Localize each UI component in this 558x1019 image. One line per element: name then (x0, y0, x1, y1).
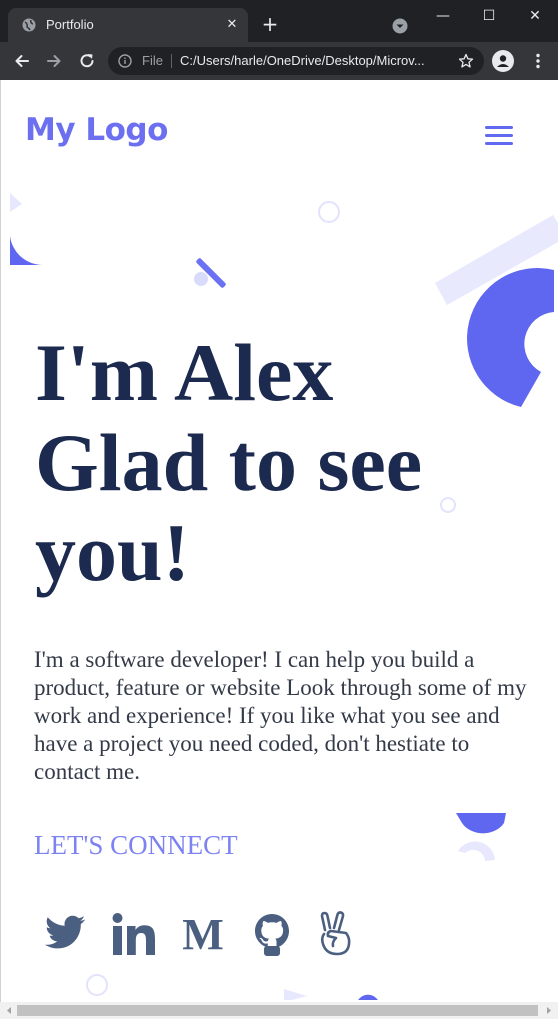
angellist-icon[interactable] (317, 910, 355, 958)
deco-ring (318, 201, 340, 223)
omnibox-divider (171, 54, 172, 68)
address-bar[interactable]: File C:/Users/harle/OneDrive/Desktop/Mic… (108, 47, 484, 75)
deco-bottom-half-circle (358, 994, 378, 1000)
hero-line: I'm Alex (35, 327, 334, 418)
github-icon[interactable] (251, 910, 293, 958)
browser-toolbar: File C:/Users/harle/OneDrive/Desktop/Mic… (0, 42, 558, 80)
deco-arc-light (458, 841, 495, 861)
tab-title: Portfolio (46, 17, 94, 32)
deco-quarter-circle (10, 236, 43, 266)
scheme-label: File (142, 53, 163, 68)
deco-dot (194, 272, 208, 286)
hamburger-menu-icon[interactable] (485, 126, 515, 148)
url-text[interactable]: C:/Users/harle/OneDrive/Desktop/Microv..… (180, 53, 448, 68)
reload-icon[interactable] (77, 51, 97, 71)
close-icon[interactable]: ✕ (224, 17, 240, 33)
deco-bottom-ring (86, 974, 108, 996)
maximize-icon[interactable]: ☐ (476, 6, 502, 26)
globe-icon (22, 18, 36, 32)
more-icon[interactable] (528, 51, 548, 71)
medium-glyph: M (182, 910, 224, 958)
horizontal-scrollbar[interactable] (0, 1002, 558, 1019)
deco-bowl (456, 813, 506, 834)
browser-tab[interactable]: Portfolio ✕ (8, 8, 248, 42)
star-icon[interactable] (458, 53, 474, 69)
minimize-icon[interactable]: — (430, 6, 456, 26)
page-viewport: My Logo I'm Alex Glad to see you! I'm a … (0, 80, 558, 1002)
forward-icon[interactable] (44, 51, 64, 71)
chevron-down-icon[interactable] (392, 18, 408, 34)
deco-triangle (10, 193, 22, 212)
hero-line: you! (35, 507, 190, 598)
hero-line: Glad to see (35, 417, 423, 508)
scroll-left-icon[interactable] (2, 1004, 16, 1017)
linkedin-icon[interactable] (110, 910, 156, 958)
medium-icon[interactable]: M (179, 910, 227, 958)
deco-bottom-triangle (284, 989, 307, 1000)
plus-icon[interactable]: + (260, 14, 280, 34)
close-window-icon[interactable]: ✕ (522, 6, 548, 26)
hero-heading: I'm Alex Glad to see you! (35, 328, 495, 598)
back-icon[interactable] (12, 51, 32, 71)
browser-chrome: Portfolio ✕ + — ☐ ✕ File C:/Users/harle/… (0, 0, 558, 80)
lets-connect-heading: LET'S CONNECT (34, 830, 238, 860)
person-icon (497, 55, 509, 67)
site-logo[interactable]: My Logo (25, 112, 168, 148)
intro-paragraph: I'm a software developer! I can help you… (34, 647, 527, 784)
scrollbar-thumb[interactable] (17, 1005, 538, 1016)
scroll-right-icon[interactable] (542, 1004, 556, 1017)
tab-strip: Portfolio ✕ + — ☐ ✕ (0, 0, 558, 42)
twitter-icon[interactable] (41, 910, 89, 958)
info-icon[interactable] (118, 54, 132, 68)
profile-icon[interactable] (492, 50, 514, 72)
